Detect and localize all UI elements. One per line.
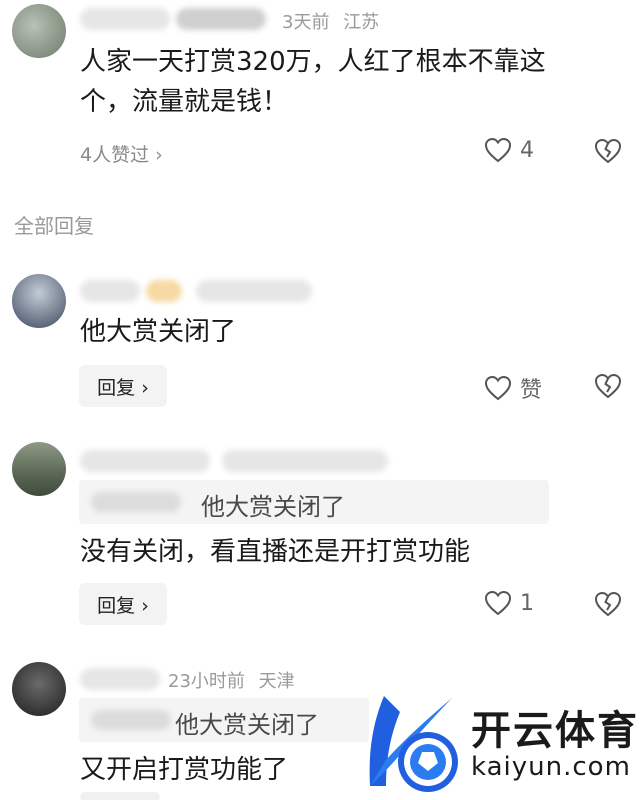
username-blurred[interactable] bbox=[80, 668, 160, 690]
meta-blurred bbox=[222, 450, 388, 472]
broken-heart-icon[interactable] bbox=[594, 591, 622, 617]
reply-text: 他大赏关闭了 bbox=[80, 317, 237, 347]
quoted-text: 他大赏关闭了 bbox=[175, 711, 319, 739]
reply-location: 天津 bbox=[258, 671, 295, 692]
username-blurred[interactable] bbox=[80, 8, 170, 30]
reply-button[interactable]: 回复 › bbox=[79, 365, 167, 407]
like-label: 赞 bbox=[520, 378, 543, 403]
reply-time: 23小时前 bbox=[168, 671, 245, 692]
avatar[interactable] bbox=[12, 662, 66, 716]
comment-time: 3天前 bbox=[282, 12, 330, 33]
quoted-reply: 他大赏关闭了 bbox=[79, 480, 549, 524]
like-button[interactable]: 4 bbox=[484, 137, 534, 163]
reply-text: 没有关闭，看直播还是开打赏功能 bbox=[80, 537, 471, 567]
watermark-url: kaiyun.com bbox=[471, 752, 631, 782]
reply-button[interactable]: 回复 › bbox=[79, 583, 167, 625]
avatar[interactable] bbox=[12, 274, 66, 328]
like-count: 1 bbox=[520, 590, 534, 616]
like-count: 4 bbox=[520, 137, 534, 163]
comment-location: 江苏 bbox=[343, 12, 380, 33]
watermark: 开云体育 kaiyun.com bbox=[356, 690, 640, 800]
reply-button-partial[interactable] bbox=[80, 792, 160, 800]
quoted-text: 他大赏关闭了 bbox=[201, 493, 345, 521]
quoted-username-blurred bbox=[91, 492, 181, 512]
like-button[interactable]: 1 bbox=[484, 590, 534, 616]
username-blurred[interactable] bbox=[80, 450, 210, 472]
broken-heart-icon[interactable] bbox=[594, 373, 622, 399]
avatar[interactable] bbox=[12, 442, 66, 496]
avatar[interactable] bbox=[12, 4, 66, 58]
broken-heart-icon[interactable] bbox=[594, 138, 622, 164]
reply-meta: 23小时前 天津 bbox=[168, 667, 295, 693]
heart-icon bbox=[484, 137, 512, 163]
comment-meta: 3天前 江苏 bbox=[282, 8, 379, 34]
quoted-username-blurred bbox=[91, 710, 171, 730]
section-title: 全部回复 bbox=[14, 214, 94, 238]
username-blurred[interactable] bbox=[176, 8, 266, 30]
username-blurred[interactable] bbox=[80, 280, 140, 302]
watermark-brand: 开云体育 bbox=[471, 708, 639, 754]
badge-blurred bbox=[146, 280, 182, 302]
like-button[interactable]: 赞 bbox=[484, 372, 542, 404]
comment-text: 人家一天打赏320万，人红了根本不靠这 个，流量就是钱！ bbox=[80, 47, 546, 117]
likes-link[interactable]: 4人赞过 › bbox=[80, 140, 163, 167]
meta-blurred bbox=[196, 280, 312, 302]
quoted-reply: 他大赏关闭了 bbox=[79, 698, 369, 742]
heart-icon bbox=[484, 590, 512, 616]
heart-icon bbox=[484, 375, 512, 401]
kaiyun-logo-icon bbox=[369, 696, 458, 792]
reply-text: 又开启打赏功能了 bbox=[80, 755, 289, 785]
